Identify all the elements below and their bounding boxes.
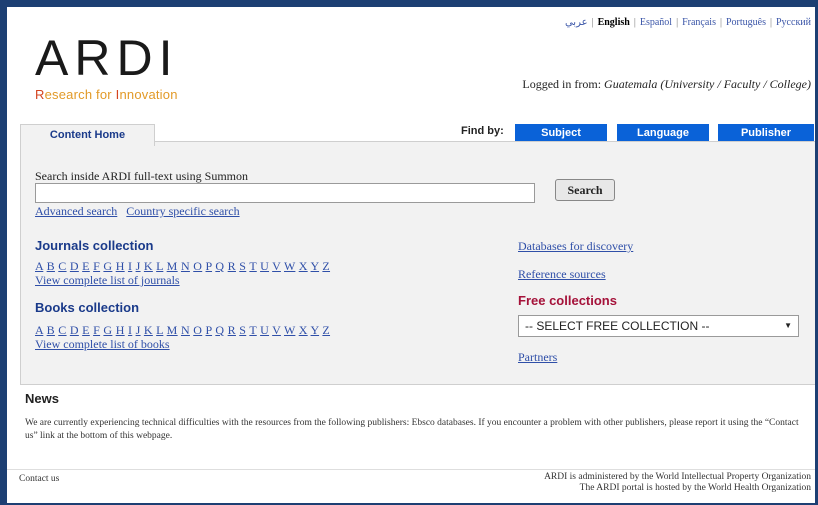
books-letter-i[interactable]: I — [128, 323, 132, 337]
journals-letter-s[interactable]: S — [239, 259, 246, 273]
books-letter-t[interactable]: T — [249, 323, 256, 337]
journals-letter-d[interactable]: D — [70, 259, 79, 273]
view-all-books-link[interactable]: View complete list of books — [35, 337, 170, 352]
find-by-label: Find by: — [461, 125, 504, 137]
journals-letter-v[interactable]: V — [272, 259, 281, 273]
page: عربي | English | Español | Français | Português |… — [7, 7, 815, 503]
footer-credits: ARDI is administered by the World Intell… — [544, 472, 811, 494]
logged-in-prefix: Logged in from: — [522, 77, 605, 91]
search-links: Advanced search Country specific search — [35, 204, 246, 219]
journals-letter-p[interactable]: P — [206, 259, 213, 273]
ardi-logo[interactable]: ARDI Research for Innovation — [35, 33, 178, 102]
books-letter-w[interactable]: W — [284, 323, 295, 337]
books-letter-z[interactable]: Z — [322, 323, 330, 337]
journals-letter-q[interactable]: Q — [215, 259, 224, 273]
lang-russian[interactable]: Русский — [776, 17, 811, 28]
journals-letter-x[interactable]: X — [299, 259, 308, 273]
books-letter-v[interactable]: V — [272, 323, 281, 337]
tagline-part1: esearch for — [44, 87, 116, 102]
free-collection-select-value: -- SELECT FREE COLLECTION -- — [525, 319, 710, 333]
books-letter-m[interactable]: M — [167, 323, 178, 337]
partners-link[interactable]: Partners — [518, 350, 557, 365]
journals-letter-r[interactable]: R — [228, 259, 236, 273]
tab-strip: Content Home Find by: Subject Language P… — [20, 120, 815, 146]
advanced-search-link[interactable]: Advanced search — [35, 204, 117, 218]
footer-divider — [7, 469, 815, 470]
country-search-link[interactable]: Country specific search — [126, 204, 239, 218]
books-letter-u[interactable]: U — [260, 323, 269, 337]
language-bar: عربي | English | Español | Français | Português |… — [564, 17, 811, 28]
journals-letter-l[interactable]: L — [156, 259, 163, 273]
tagline-part2: nnovation — [119, 87, 178, 102]
books-letter-b[interactable]: B — [47, 323, 55, 337]
lang-english[interactable]: English — [598, 17, 630, 28]
logged-in-place: Guatemala (University / Faculty / Colleg… — [604, 77, 811, 91]
books-letter-c[interactable]: C — [58, 323, 66, 337]
databases-for-discovery-link[interactable]: Databases for discovery — [518, 239, 633, 254]
books-letter-q[interactable]: Q — [215, 323, 224, 337]
books-letter-r[interactable]: R — [228, 323, 236, 337]
tab-content-home[interactable]: Content Home — [20, 124, 155, 146]
news-title: News — [25, 391, 59, 406]
journals-letter-f[interactable]: F — [93, 259, 100, 273]
books-letter-f[interactable]: F — [93, 323, 100, 337]
books-letter-l[interactable]: L — [156, 323, 163, 337]
lang-arabic[interactable]: عربي — [565, 17, 588, 28]
journals-letter-t[interactable]: T — [249, 259, 256, 273]
lang-french[interactable]: Français — [682, 17, 716, 28]
books-letter-n[interactable]: N — [181, 323, 190, 337]
journals-letter-e[interactable]: E — [82, 259, 90, 273]
content-panel: Search inside ARDI full-text using Summo… — [20, 141, 815, 385]
books-letter-g[interactable]: G — [103, 323, 112, 337]
journals-letter-i[interactable]: I — [128, 259, 132, 273]
journals-letter-n[interactable]: N — [181, 259, 190, 273]
journals-collection-title: Journals collection — [35, 238, 154, 253]
view-all-journals-link[interactable]: View complete list of journals — [35, 273, 180, 288]
dropdown-arrow-icon: ▼ — [784, 321, 792, 330]
journals-letter-u[interactable]: U — [260, 259, 269, 273]
books-collection-title: Books collection — [35, 300, 140, 315]
news-body: We are currently experiencing technical … — [25, 418, 799, 441]
logo-wordmark: ARDI — [35, 30, 179, 86]
books-letter-d[interactable]: D — [70, 323, 79, 337]
logged-in-status: Logged in from: Guatemala (University / … — [522, 77, 811, 92]
contact-us-link[interactable]: Contact us — [19, 474, 59, 484]
journals-letter-w[interactable]: W — [284, 259, 295, 273]
books-letter-s[interactable]: S — [239, 323, 246, 337]
books-letter-o[interactable]: O — [193, 323, 202, 337]
books-letter-p[interactable]: P — [206, 323, 213, 337]
footer-line-1: ARDI is administered by the World Intell… — [544, 472, 811, 482]
books-letter-x[interactable]: X — [299, 323, 308, 337]
search-label: Search inside ARDI full-text using Summo… — [35, 169, 248, 183]
journals-letter-m[interactable]: M — [167, 259, 178, 273]
free-collection-select[interactable]: -- SELECT FREE COLLECTION -- ▼ — [518, 315, 799, 337]
reference-sources-link[interactable]: Reference sources — [518, 267, 606, 282]
search-button[interactable]: Search — [555, 179, 615, 201]
logo-tagline: Research for Innovation — [35, 87, 178, 102]
journals-letter-j[interactable]: J — [136, 259, 141, 273]
free-collections-title: Free collections — [518, 293, 617, 308]
journals-letter-y[interactable]: Y — [311, 259, 320, 273]
books-alpha-index: A B C D E F G H I J K L M N O P Q R S T … — [35, 323, 330, 338]
books-letter-j[interactable]: J — [136, 323, 141, 337]
books-letter-e[interactable]: E — [82, 323, 90, 337]
lang-spanish[interactable]: Español — [640, 17, 672, 28]
journals-letter-a[interactable]: A — [35, 259, 43, 273]
journals-letter-c[interactable]: C — [58, 259, 66, 273]
journals-letter-z[interactable]: Z — [322, 259, 330, 273]
books-letter-y[interactable]: Y — [311, 323, 320, 337]
journals-letter-k[interactable]: K — [144, 259, 153, 273]
books-letter-k[interactable]: K — [144, 323, 153, 337]
journals-alpha-index: A B C D E F G H I J K L M N O P Q R S T … — [35, 259, 330, 274]
journals-letter-o[interactable]: O — [193, 259, 202, 273]
books-letter-a[interactable]: A — [35, 323, 43, 337]
tagline-r: R — [35, 87, 45, 102]
search-input[interactable] — [35, 183, 535, 203]
lang-portuguese[interactable]: Português — [726, 17, 766, 28]
books-letter-h[interactable]: H — [116, 323, 125, 337]
journals-letter-b[interactable]: B — [47, 259, 55, 273]
journals-letter-g[interactable]: G — [103, 259, 112, 273]
journals-letter-h[interactable]: H — [116, 259, 125, 273]
footer-line-2: The ARDI portal is hosted by the World H… — [579, 483, 811, 493]
